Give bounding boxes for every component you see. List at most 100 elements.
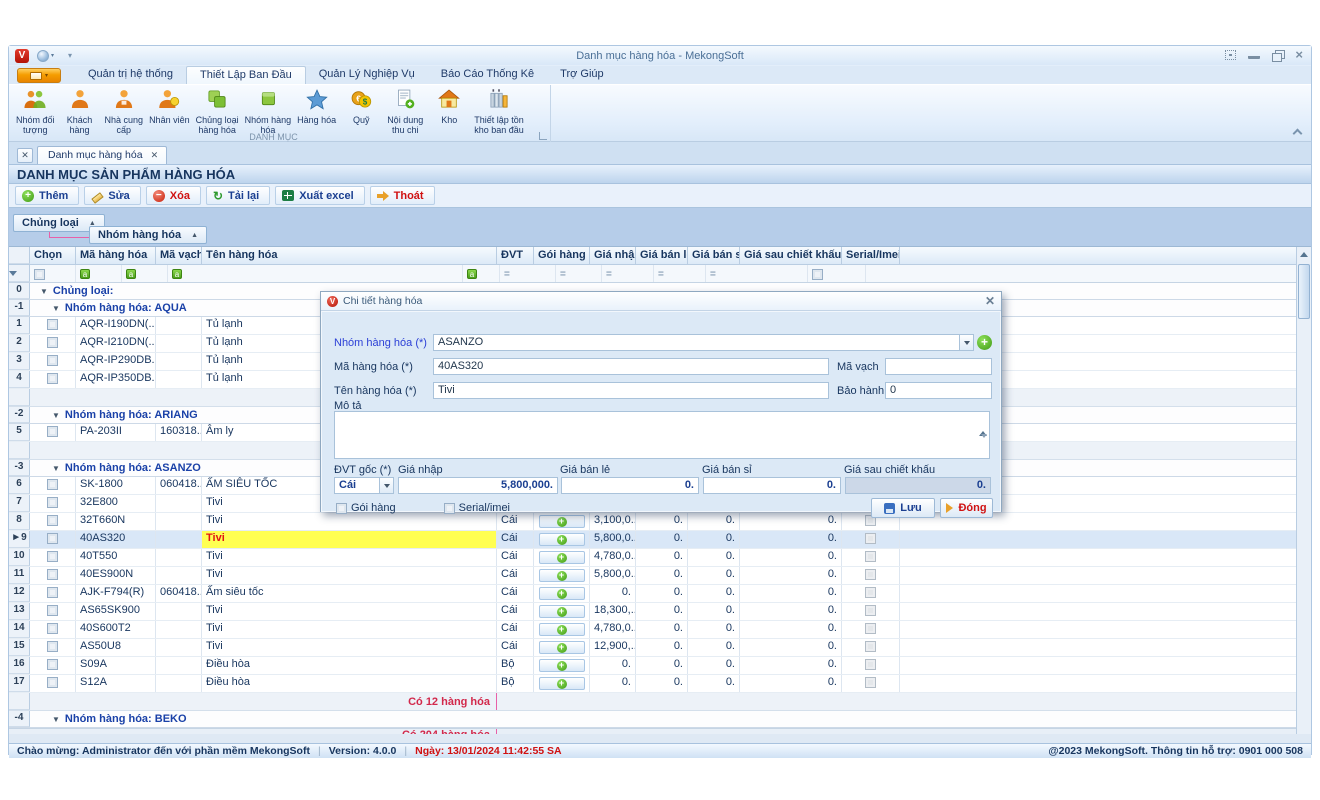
table-row[interactable]: 1440S600T2TiviCái+4,780,0...0.0.0. (9, 621, 1311, 639)
xuất-excel-button[interactable]: Xuất excel (275, 186, 364, 205)
table-row[interactable]: 12AJK-F794(R)060418...Ấm siêu tốcCái+0.0… (9, 585, 1311, 603)
table-row[interactable]: 832T660NTiviCái+3,100,0...0.0.0. (9, 513, 1311, 531)
table-row[interactable]: 1040T550TiviCái+4,780,0...0.0.0. (9, 549, 1311, 567)
serial-checkbox[interactable] (865, 641, 876, 652)
column-header-goi[interactable]: Gói hàng (534, 247, 590, 264)
expand-chevron-icon[interactable]: ▼ (52, 715, 60, 724)
table-row[interactable]: 1140ES900NTiviCái+5,800,0...0.0.0. (9, 567, 1311, 585)
row-checkbox[interactable] (47, 623, 58, 634)
ribbon-item-product-group[interactable]: Nhóm hàng hóa (242, 87, 295, 136)
column-header-gsck[interactable]: Giá sau chiết khấu (740, 247, 842, 264)
ribbon-item-warehouse[interactable]: Kho (427, 87, 471, 126)
package-plus-button[interactable]: + (539, 623, 585, 636)
row-checkbox[interactable] (47, 569, 58, 580)
desc-field-textarea[interactable] (334, 411, 990, 459)
table-row[interactable]: 15AS50U8TiviCái+12,900,...0.0.0. (9, 639, 1311, 657)
warranty-field-input[interactable]: 0 (885, 382, 992, 399)
row-checkbox[interactable] (47, 479, 58, 490)
row-checkbox[interactable] (47, 426, 58, 437)
ribbon-tab-quản-trị-hệ-thống[interactable]: Quản trị hệ thống (75, 66, 186, 84)
dialog-launcher-icon[interactable] (539, 132, 547, 140)
row-checkbox[interactable] (47, 533, 58, 544)
expand-chevron-icon[interactable]: ▼ (52, 304, 60, 313)
ribbon-item-employee[interactable]: Nhân viên (146, 87, 193, 126)
xóa-button[interactable]: −Xóa (146, 186, 201, 205)
serial-checkbox[interactable] (865, 551, 876, 562)
row-checkbox[interactable] (47, 355, 58, 366)
serial-checkbox[interactable]: Serial/imei (444, 502, 510, 514)
group-dropdown-icon[interactable] (960, 334, 974, 351)
package-plus-button[interactable]: + (539, 641, 585, 654)
ribbon-tab-quản-lý-nghiệp-vụ[interactable]: Quản Lý Nghiệp Vụ (306, 66, 428, 84)
row-checkbox[interactable] (47, 641, 58, 652)
row-checkbox[interactable] (47, 677, 58, 688)
column-header-dvt[interactable]: ĐVT (497, 247, 534, 264)
barcode-field-input[interactable] (885, 358, 992, 375)
package-checkbox[interactable]: Gói hàng (336, 502, 396, 514)
expand-chevron-icon[interactable]: ▼ (40, 287, 48, 296)
group-chip-nhom-hang-hoa[interactable]: Nhóm hàng hóa ▲ (89, 226, 207, 244)
row-checkbox[interactable] (47, 515, 58, 526)
serial-checkbox[interactable] (865, 587, 876, 598)
ribbon-item-people-group[interactable]: Nhóm đối tượng (13, 87, 58, 136)
package-plus-button[interactable]: + (539, 659, 585, 672)
ribbon-item-customer[interactable]: Khách hàng (58, 87, 102, 136)
close-dialog-button[interactable]: Đóng (940, 498, 993, 518)
ribbon-tab-báo-cáo-thống-kê[interactable]: Báo Cáo Thống Kê (428, 66, 547, 84)
package-plus-button[interactable]: + (539, 515, 585, 528)
close-all-tabs-button[interactable]: ✕ (17, 148, 33, 163)
serial-checkbox[interactable] (865, 659, 876, 670)
package-plus-button[interactable]: + (539, 677, 585, 690)
app-menu-button[interactable]: ▾ (17, 68, 61, 83)
dialog-close-icon[interactable]: ✕ (985, 294, 995, 308)
column-header-gbs[interactable]: Giá bán sỉ (688, 247, 740, 264)
row-checkbox[interactable] (47, 659, 58, 670)
restore-button[interactable] (1272, 50, 1283, 60)
code-field-input[interactable]: 40AS320 (433, 358, 829, 375)
unit-dropdown-icon[interactable] (380, 477, 394, 494)
table-row[interactable]: ►940AS320TiviCái+5,800,0...0.0.0. (9, 531, 1311, 549)
expand-chevron-icon[interactable]: ▼ (52, 411, 60, 420)
close-window-button[interactable]: × (1295, 50, 1303, 60)
save-button[interactable]: Lưu (871, 498, 935, 518)
ribbon-tab-trợ-giúp[interactable]: Trợ Giúp (547, 66, 616, 84)
column-header-gn[interactable]: Giá nhập (590, 247, 636, 264)
fullscreen-button[interactable] (1225, 50, 1236, 60)
row-checkbox[interactable] (47, 373, 58, 384)
ribbon-collapse-icon[interactable] (1293, 129, 1303, 139)
package-plus-button[interactable]: + (539, 569, 585, 582)
scroll-up-icon[interactable] (1297, 247, 1311, 262)
thoát-button[interactable]: Thoát (370, 186, 435, 205)
scroll-up-icon[interactable] (979, 414, 987, 432)
serial-checkbox[interactable] (865, 605, 876, 616)
row-checkbox[interactable] (47, 605, 58, 616)
minimize-button[interactable] (1248, 51, 1260, 59)
discount-price-input[interactable]: 0. (845, 477, 991, 494)
retail-price-input[interactable]: 0. (561, 477, 699, 494)
ribbon-item-coins[interactable]: €$Quỹ (339, 87, 383, 126)
tải-lại-button[interactable]: ↻Tải lại (206, 186, 270, 205)
product-group-row[interactable]: -4▼Nhóm hàng hóa: BEKO (9, 711, 1311, 728)
filter-checkbox[interactable] (812, 269, 823, 280)
serial-checkbox[interactable] (865, 677, 876, 688)
package-plus-button[interactable]: + (539, 587, 585, 600)
column-header-bar[interactable]: Mã vạch (156, 247, 202, 264)
grid-filter-row[interactable]: a a a a = = = = = (9, 265, 1311, 283)
ribbon-item-supplier[interactable]: Nhà cung cấp (102, 87, 147, 136)
scrollbar-thumb[interactable] (1298, 264, 1310, 319)
name-field-input[interactable]: Tivi (433, 382, 829, 399)
tab-danh-muc-hang-hoa[interactable]: Danh mục hàng hóa ✕ (37, 146, 167, 164)
ribbon-item-category[interactable]: Chủng loại hàng hóa (193, 87, 242, 136)
row-checkbox[interactable] (47, 319, 58, 330)
buy-price-input[interactable]: 5,800,000. (398, 477, 558, 494)
table-row[interactable]: 13AS65SK900TiviCái+18,300,...0.0.0. (9, 603, 1311, 621)
ribbon-item-star[interactable]: Hàng hóa (294, 87, 339, 126)
wholesale-price-input[interactable]: 0. (703, 477, 841, 494)
package-plus-button[interactable]: + (539, 533, 585, 546)
column-header-chon[interactable]: Chọn (30, 247, 76, 264)
row-checkbox[interactable] (47, 551, 58, 562)
expand-chevron-icon[interactable]: ▼ (52, 464, 60, 473)
column-header-name[interactable]: Tên hàng hóa (202, 247, 497, 264)
add-group-icon[interactable]: + (977, 335, 992, 350)
ribbon-item-document-plus[interactable]: Nội dung thu chi (383, 87, 427, 136)
